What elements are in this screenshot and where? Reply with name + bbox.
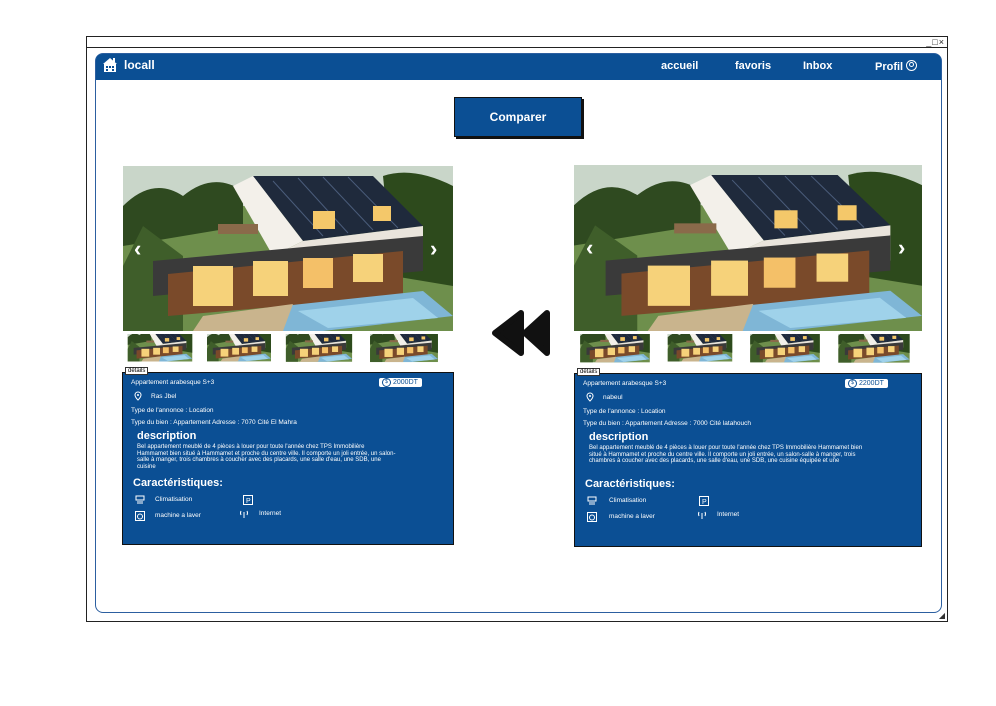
description-heading: description xyxy=(589,431,649,443)
feature-climatisation: Climatisation xyxy=(609,497,647,504)
resize-grip-icon[interactable]: ◢ xyxy=(939,611,945,620)
wifi-antenna-icon xyxy=(698,511,706,519)
feature-climatisation: Climatisation xyxy=(155,496,193,503)
chevron-left-icon[interactable]: ‹ xyxy=(134,238,141,260)
compare-button[interactable]: Comparer xyxy=(454,97,582,137)
parking-icon: P xyxy=(243,495,253,505)
thumbnail[interactable] xyxy=(122,334,198,366)
app-frame: locall accueil favoris Inbox Profil Comp… xyxy=(95,53,942,613)
feature-internet: Internet xyxy=(259,510,282,517)
listing-type-bien: Type du bien : Appartement Adresse : 700… xyxy=(583,420,752,427)
nav-profil-label: Profil xyxy=(875,61,904,73)
wifi-antenna-icon xyxy=(240,510,248,518)
top-navbar: locall accueil favoris Inbox Profil xyxy=(96,54,941,80)
listing-details-panel: détails Appartement arabesque S+3 $2000D… xyxy=(122,367,454,545)
description-heading: description xyxy=(137,430,197,442)
price-value: 2200DT xyxy=(859,380,884,387)
listing-location: Ras Jbel xyxy=(151,393,177,400)
description-text: Bel appartement meublé de 4 pièces à lou… xyxy=(589,445,863,464)
washing-machine-icon xyxy=(135,511,145,521)
thumbnail[interactable] xyxy=(574,334,656,366)
nav-profil[interactable]: Profil xyxy=(875,60,918,73)
listing-title: Appartement arabesque S+3 xyxy=(131,379,215,386)
user-circle-icon xyxy=(906,60,918,71)
thumbnail[interactable] xyxy=(204,334,274,366)
air-conditioner-icon xyxy=(587,496,597,505)
description-text: Bel appartement meublé de 4 pièces à lou… xyxy=(137,444,396,470)
brand-logo[interactable]: locall xyxy=(102,57,155,73)
chevron-right-icon[interactable]: › xyxy=(430,238,437,260)
rewind-icon[interactable] xyxy=(491,309,553,357)
feature-internet: Internet xyxy=(717,511,740,518)
thumbnail[interactable] xyxy=(280,334,358,366)
feature-machine-a-laver: machine a laver xyxy=(155,512,201,519)
listing-type-annonce: Type de l'annonce : Location xyxy=(583,408,666,415)
nav-accueil[interactable]: accueil xyxy=(661,60,698,72)
price-badge: $2200DT xyxy=(845,379,888,388)
thumbnail-strip xyxy=(574,334,916,366)
listing-type-bien: Type du bien : Appartement Adresse : 707… xyxy=(131,419,297,426)
features-heading: Caractéristiques: xyxy=(133,477,223,489)
house-photo xyxy=(574,165,922,331)
listing-main-image: ‹ › xyxy=(574,165,922,331)
thumbnail[interactable] xyxy=(364,334,444,366)
location-pin-icon xyxy=(586,392,594,402)
listing-details-panel: détails Appartement arabesque S+3 $2200D… xyxy=(574,368,922,547)
chevron-right-icon[interactable]: › xyxy=(898,237,905,259)
app-window: _□× ◢ locall accueil favoris Inbox Profi… xyxy=(86,36,948,622)
money-icon: $ xyxy=(848,379,857,388)
listing-type-annonce: Type de l'annonce : Location xyxy=(131,407,214,414)
nav-inbox[interactable]: Inbox xyxy=(803,60,832,72)
chevron-left-icon[interactable]: ‹ xyxy=(586,237,593,259)
details-tag: détails xyxy=(125,367,149,375)
window-controls[interactable]: _□× xyxy=(926,37,945,47)
house-logo-icon xyxy=(102,57,118,73)
air-conditioner-icon xyxy=(135,495,145,504)
listing-location: nabeul xyxy=(603,394,623,401)
title-bar-divider xyxy=(87,47,947,48)
washing-machine-icon xyxy=(587,512,597,522)
nav-favoris[interactable]: favoris xyxy=(735,60,771,72)
brand-name: locall xyxy=(124,58,155,72)
thumbnail-strip xyxy=(122,334,444,366)
price-badge: $2000DT xyxy=(379,378,422,387)
thumbnail[interactable] xyxy=(662,334,738,366)
svg-text:P: P xyxy=(246,498,251,505)
features-heading: Caractéristiques: xyxy=(585,478,675,490)
location-pin-icon xyxy=(134,391,142,401)
price-value: 2000DT xyxy=(393,379,418,386)
house-photo xyxy=(122,166,454,331)
svg-text:P: P xyxy=(702,499,707,506)
parking-icon: P xyxy=(699,496,709,506)
listing-title: Appartement arabesque S+3 xyxy=(583,380,667,387)
thumbnail[interactable] xyxy=(744,334,826,366)
listing-main-image: ‹ › xyxy=(122,166,454,331)
details-tag: détails xyxy=(577,368,601,376)
thumbnail[interactable] xyxy=(832,334,916,366)
feature-machine-a-laver: machine a laver xyxy=(609,513,655,520)
money-icon: $ xyxy=(382,378,391,387)
